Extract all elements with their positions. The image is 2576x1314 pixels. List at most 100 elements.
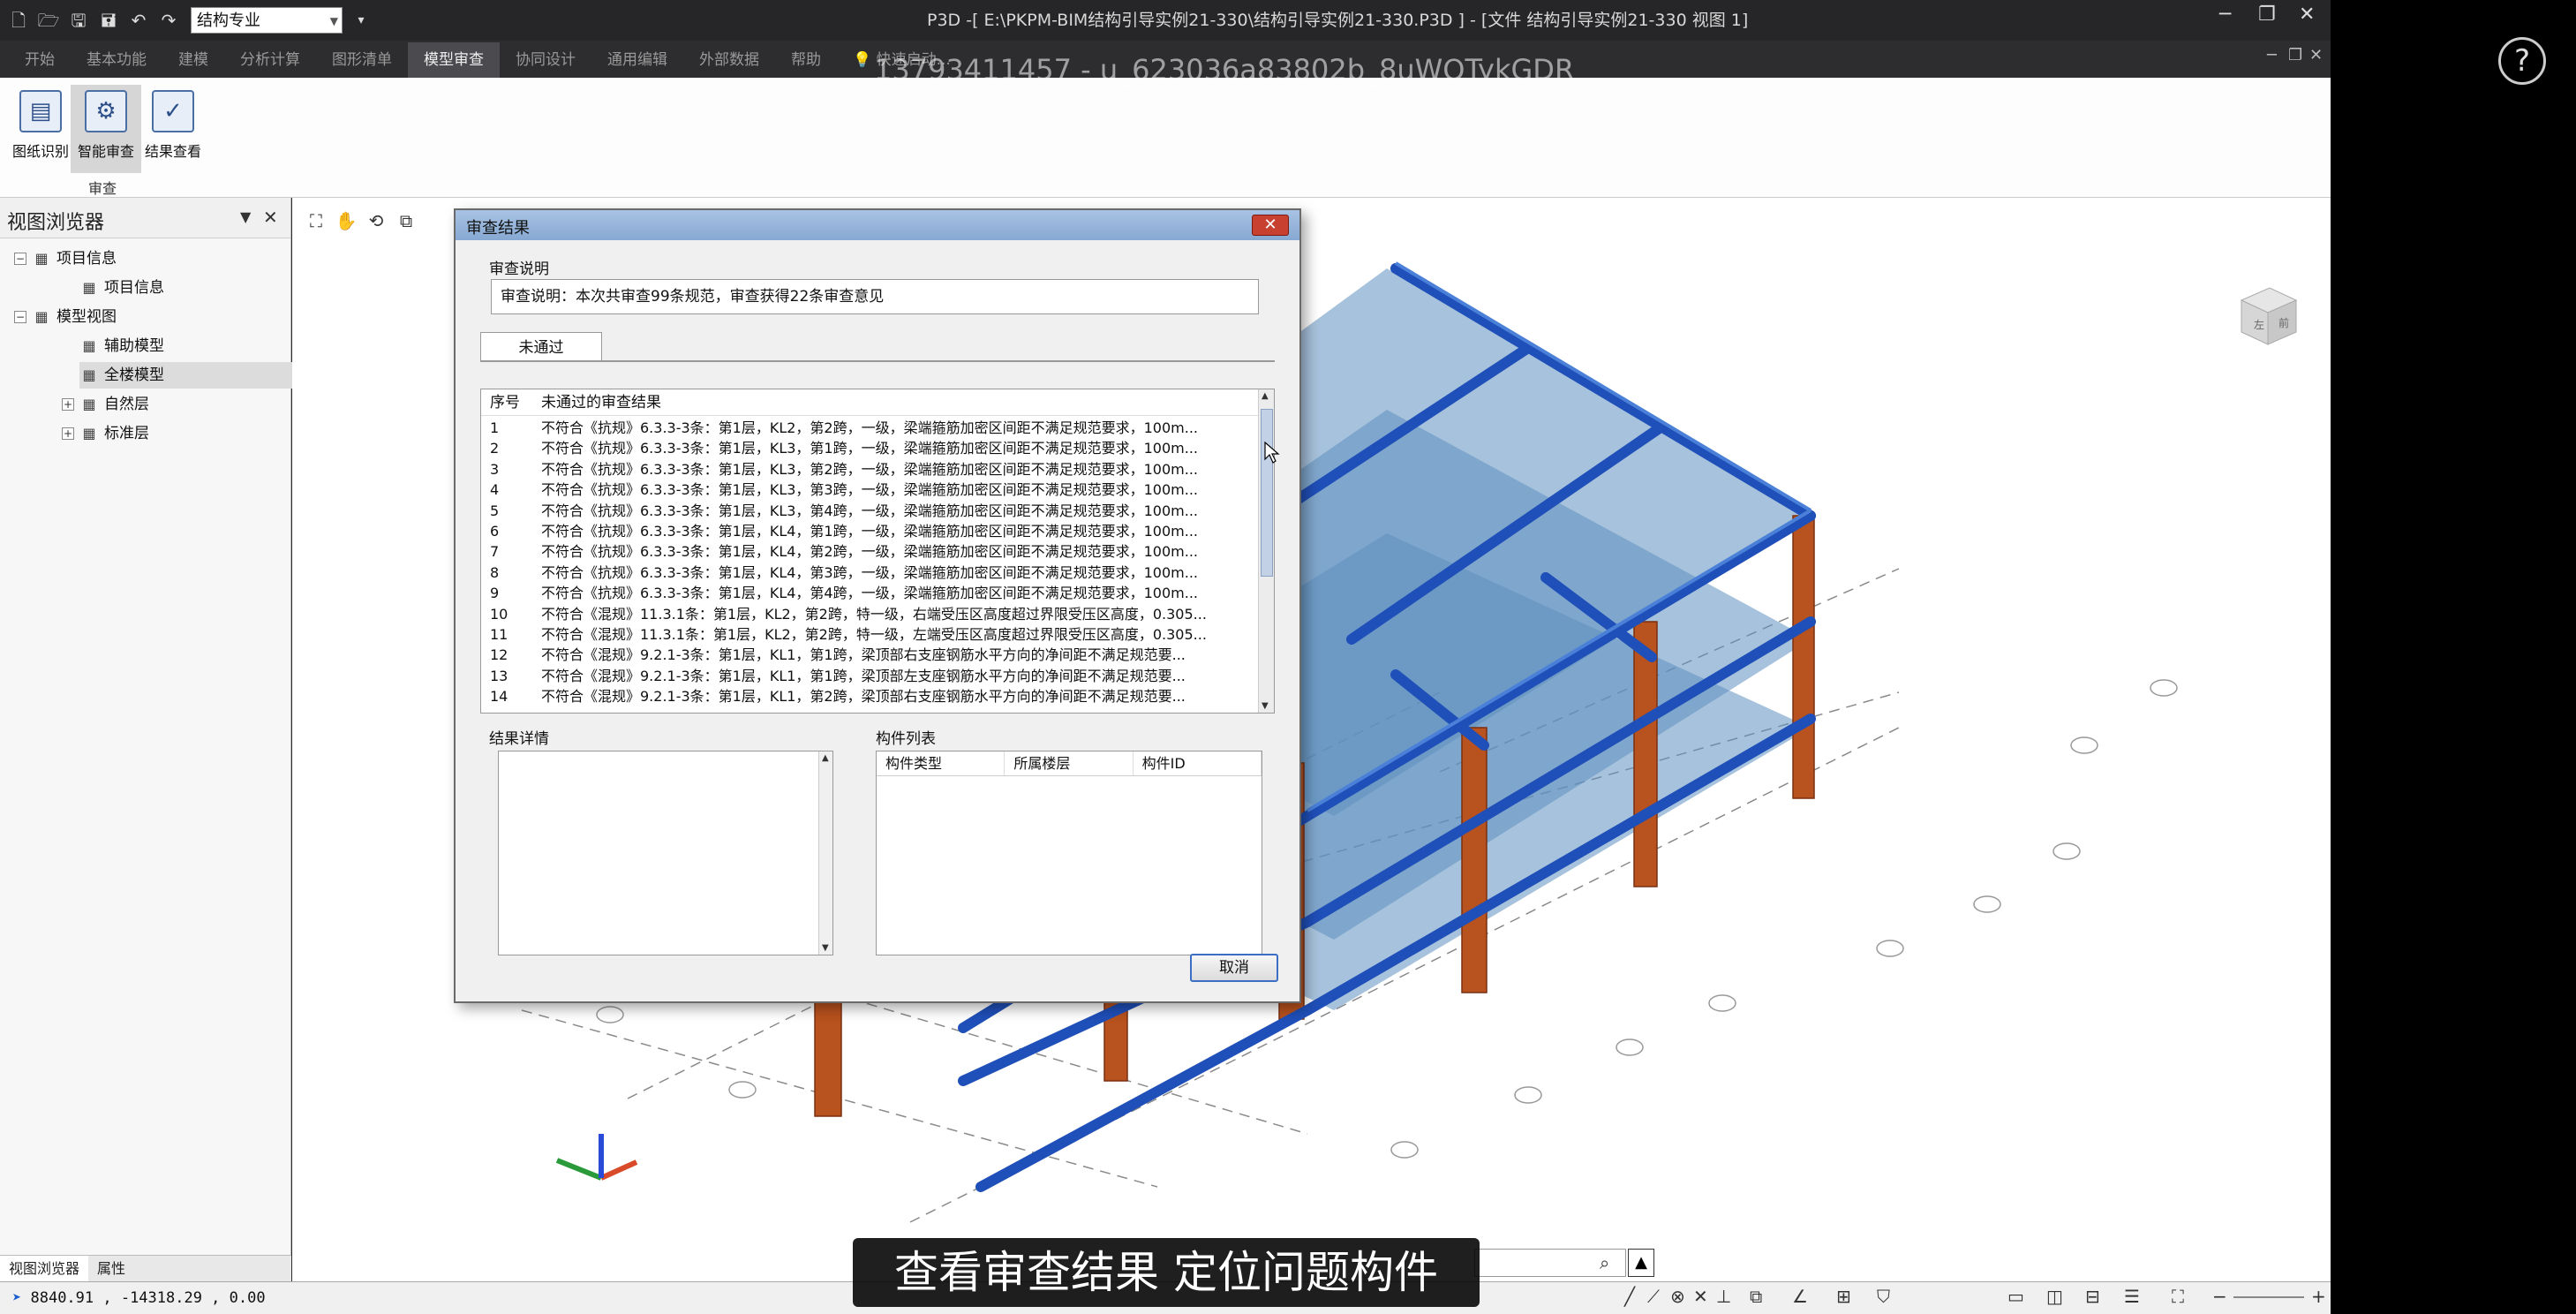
search-icon[interactable]: ⌕ xyxy=(1600,1252,1609,1273)
dialog-title: 审查结果 xyxy=(466,219,530,238)
collapse-toggle-icon[interactable]: − xyxy=(14,253,26,265)
customize-toolbar-icon[interactable]: ▾ xyxy=(350,9,373,32)
tab-modeling[interactable]: 建模 xyxy=(162,42,224,78)
tab-model-review[interactable]: 模型审查 xyxy=(408,42,500,78)
result-row[interactable]: 8 不符合《抗规》6.3.3-3条：第1层，KL4，第3跨，一级，梁端箍筋加密区间… xyxy=(481,563,1258,583)
minimize-icon[interactable]: ─ xyxy=(2219,0,2231,30)
pan-hand-icon[interactable]: ✋ xyxy=(331,208,361,233)
tab-basic[interactable]: 基本功能 xyxy=(71,42,162,78)
tab-analysis[interactable]: 分析计算 xyxy=(224,42,316,78)
tab-external[interactable]: 外部数据 xyxy=(683,42,775,78)
tree-item[interactable]: + ▦ 自然层 xyxy=(62,391,279,418)
result-row[interactable]: 11 不符合《混规》11.3.1条：第1层，KL2，第2跨，特一级，左端受压区高度… xyxy=(481,624,1258,645)
result-row[interactable]: 10 不符合《混规》11.3.1条：第1层，KL2，第2跨，特一级，右端受压区高度… xyxy=(481,604,1258,624)
tree-item-label: 辅助模型 xyxy=(104,337,164,355)
view-cube[interactable]: 左 前 xyxy=(2234,283,2301,350)
zoom-out-icon[interactable]: − xyxy=(2212,1286,2227,1307)
snap-circle-icon[interactable]: ⊗ xyxy=(1670,1286,1685,1307)
open-folder-icon[interactable]: 🗁 xyxy=(37,9,60,32)
result-row[interactable]: 5 不符合《抗规》6.3.3-3条：第1层，KL3，第4跨，一级，梁端箍筋加密区间… xyxy=(481,501,1258,521)
ribbon-close-icon[interactable]: ✕ xyxy=(2309,46,2323,64)
tab-properties[interactable]: 属性 xyxy=(88,1256,134,1281)
result-row[interactable]: 2 不符合《抗规》6.3.3-3条：第1层，KL3，第1跨，一级，梁端箍筋加密区间… xyxy=(481,438,1258,458)
panel-close-icon[interactable]: ✕ xyxy=(263,207,278,228)
result-row[interactable]: 14 不符合《混规》9.2.1-3条：第1层，KL1，第2跨，梁顶部右支座钢筋水平… xyxy=(481,686,1258,706)
result-scrollbar[interactable]: ▲ ▼ xyxy=(1258,389,1274,713)
tree-item[interactable]: + ▦ 标准层 xyxy=(62,420,279,447)
frame-tool-icon[interactable]: ⧉ xyxy=(1750,1286,1762,1307)
single-view-icon[interactable]: ▭ xyxy=(2007,1286,2024,1307)
polyline-tool-icon[interactable]: ⟋ xyxy=(1647,1286,1660,1307)
result-list[interactable]: 序号 未通过的审查结果 1 不符合《抗规》6.3.3-3条：第1层，KL2，第2跨… xyxy=(480,389,1275,714)
status-up-button[interactable]: ▲ xyxy=(1628,1249,1654,1277)
angle-tool-icon[interactable]: ∠ xyxy=(1792,1286,1808,1307)
grid-tool-icon[interactable]: ⊞ xyxy=(1836,1286,1851,1307)
tab-start[interactable]: 开始 xyxy=(9,42,71,78)
fullscreen-icon[interactable]: ⛶ xyxy=(2172,1286,2184,1307)
tab-drawings[interactable]: 图形清单 xyxy=(316,42,408,78)
result-view-button[interactable]: ✓ 结果查看 xyxy=(138,85,208,173)
zoom-extents-icon[interactable]: ⛶ xyxy=(301,208,331,233)
result-row[interactable]: 6 不符合《抗规》6.3.3-3条：第1层，KL4，第1跨，一级，梁端箍筋加密区间… xyxy=(481,521,1258,541)
tab-edit[interactable]: 通用编辑 xyxy=(591,42,683,78)
cancel-button[interactable]: 取消 xyxy=(1190,954,1278,982)
result-view-label: 结果查看 xyxy=(144,143,201,160)
detail-scroll-down-icon[interactable]: ▼ xyxy=(822,943,829,953)
scroll-down-icon[interactable]: ▼ xyxy=(1262,701,1269,711)
tab-view-browser[interactable]: 视图浏览器 xyxy=(0,1256,89,1281)
tree-item[interactable]: ▦ 项目信息 xyxy=(79,275,297,301)
filter-icon[interactable]: ⛉ xyxy=(1877,1286,1890,1307)
smart-review-button[interactable]: ⚙ 智能审查 xyxy=(71,85,141,173)
redo-icon[interactable]: ↷ xyxy=(157,9,180,32)
ribbon-restore-icon[interactable]: ❐ xyxy=(2288,46,2302,64)
cube-view-icon[interactable]: ⧉ xyxy=(391,208,421,233)
orbit-icon[interactable]: ⟲ xyxy=(361,208,391,233)
zoom-slider[interactable] xyxy=(2233,1296,2304,1298)
component-table[interactable]: 构件类型 所属楼层 构件ID xyxy=(876,751,1262,955)
perpendicular-icon[interactable]: ⊥ xyxy=(1716,1286,1731,1307)
ortho-icon[interactable]: ✕ xyxy=(1693,1286,1708,1307)
expand-toggle-icon[interactable]: + xyxy=(62,398,74,411)
tile-view-icon[interactable]: ⊟ xyxy=(2085,1286,2100,1307)
result-row[interactable]: 4 不符合《抗规》6.3.3-3条：第1层，KL3，第3跨，一级，梁端箍筋加密区间… xyxy=(481,480,1258,500)
tree-item[interactable]: ▦ 全楼模型 xyxy=(79,362,297,389)
new-file-icon[interactable]: 🗋 xyxy=(7,9,30,32)
split-view-icon[interactable]: ◫ xyxy=(2046,1286,2063,1307)
tree-item[interactable]: − ▦ 模型视图 xyxy=(14,304,279,330)
result-row[interactable]: 12 不符合《混规》9.2.1-3条：第1层，KL1，第1跨，梁顶部右支座钢筋水平… xyxy=(481,645,1258,665)
line-tool-icon[interactable]: ╱ xyxy=(1624,1286,1635,1307)
result-row[interactable]: 3 不符合《抗规》6.3.3-3条：第1层，KL3，第2跨，一级，梁端箍筋加密区间… xyxy=(481,459,1258,480)
drawing-recognition-button[interactable]: ▤ 图纸识别 xyxy=(5,85,76,173)
result-row[interactable]: 9 不符合《抗规》6.3.3-3条：第1层，KL4，第4跨，一级，梁端箍筋加密区间… xyxy=(481,583,1258,603)
detail-scroll-up-icon[interactable]: ▲ xyxy=(822,753,829,763)
list-view-icon[interactable]: ☰ xyxy=(2124,1286,2140,1307)
scroll-thumb[interactable] xyxy=(1261,409,1273,577)
expand-toggle-icon[interactable]: + xyxy=(62,427,74,440)
tab-not-passed[interactable]: 未通过 xyxy=(480,332,602,362)
detail-scrollbar[interactable]: ▲ ▼ xyxy=(818,751,832,955)
tab-collab[interactable]: 协同设计 xyxy=(500,42,591,78)
result-row[interactable]: 13 不符合《混规》9.2.1-3条：第1层，KL1，第1跨，梁顶部左支座钢筋水平… xyxy=(481,666,1258,686)
left-panel-tabs: 视图浏览器 属性 xyxy=(0,1255,291,1281)
zoom-in-icon[interactable]: + xyxy=(2311,1286,2326,1307)
result-row[interactable]: 7 不符合《抗规》6.3.3-3条：第1层，KL4，第2跨，一级，梁端箍筋加密区间… xyxy=(481,541,1258,562)
help-button[interactable]: ? xyxy=(2498,37,2546,85)
scroll-up-icon[interactable]: ▲ xyxy=(1262,391,1269,401)
tree-item[interactable]: ▦ 辅助模型 xyxy=(79,333,297,359)
collapse-toggle-icon[interactable]: − xyxy=(14,311,26,323)
tab-help[interactable]: 帮助 xyxy=(775,42,837,78)
close-icon[interactable]: ✕ xyxy=(2299,0,2315,30)
detail-box[interactable]: ▲ ▼ xyxy=(498,751,833,955)
restore-icon[interactable]: ❐ xyxy=(2258,0,2276,30)
dialog-close-button[interactable]: ✕ xyxy=(1252,215,1289,236)
result-row[interactable]: 1 不符合《抗规》6.3.3-3条：第1层，KL2，第2跨，一级，梁端箍筋加密区间… xyxy=(481,418,1258,438)
dialog-titlebar[interactable]: 审查结果 ✕ xyxy=(456,210,1299,240)
profession-select[interactable]: 结构专业 ▼ xyxy=(191,7,343,34)
save-icon[interactable]: 🖫 xyxy=(67,9,90,32)
ribbon-minimize-icon[interactable]: ─ xyxy=(2267,46,2277,64)
tree-item[interactable]: − ▦ 项目信息 xyxy=(14,245,279,272)
undo-icon[interactable]: ↶ xyxy=(127,9,150,32)
pin-dropdown-icon[interactable]: ▼ xyxy=(240,208,251,225)
document-icon: ▦ xyxy=(82,279,96,296)
save-all-icon[interactable]: 🖬 xyxy=(97,9,120,32)
